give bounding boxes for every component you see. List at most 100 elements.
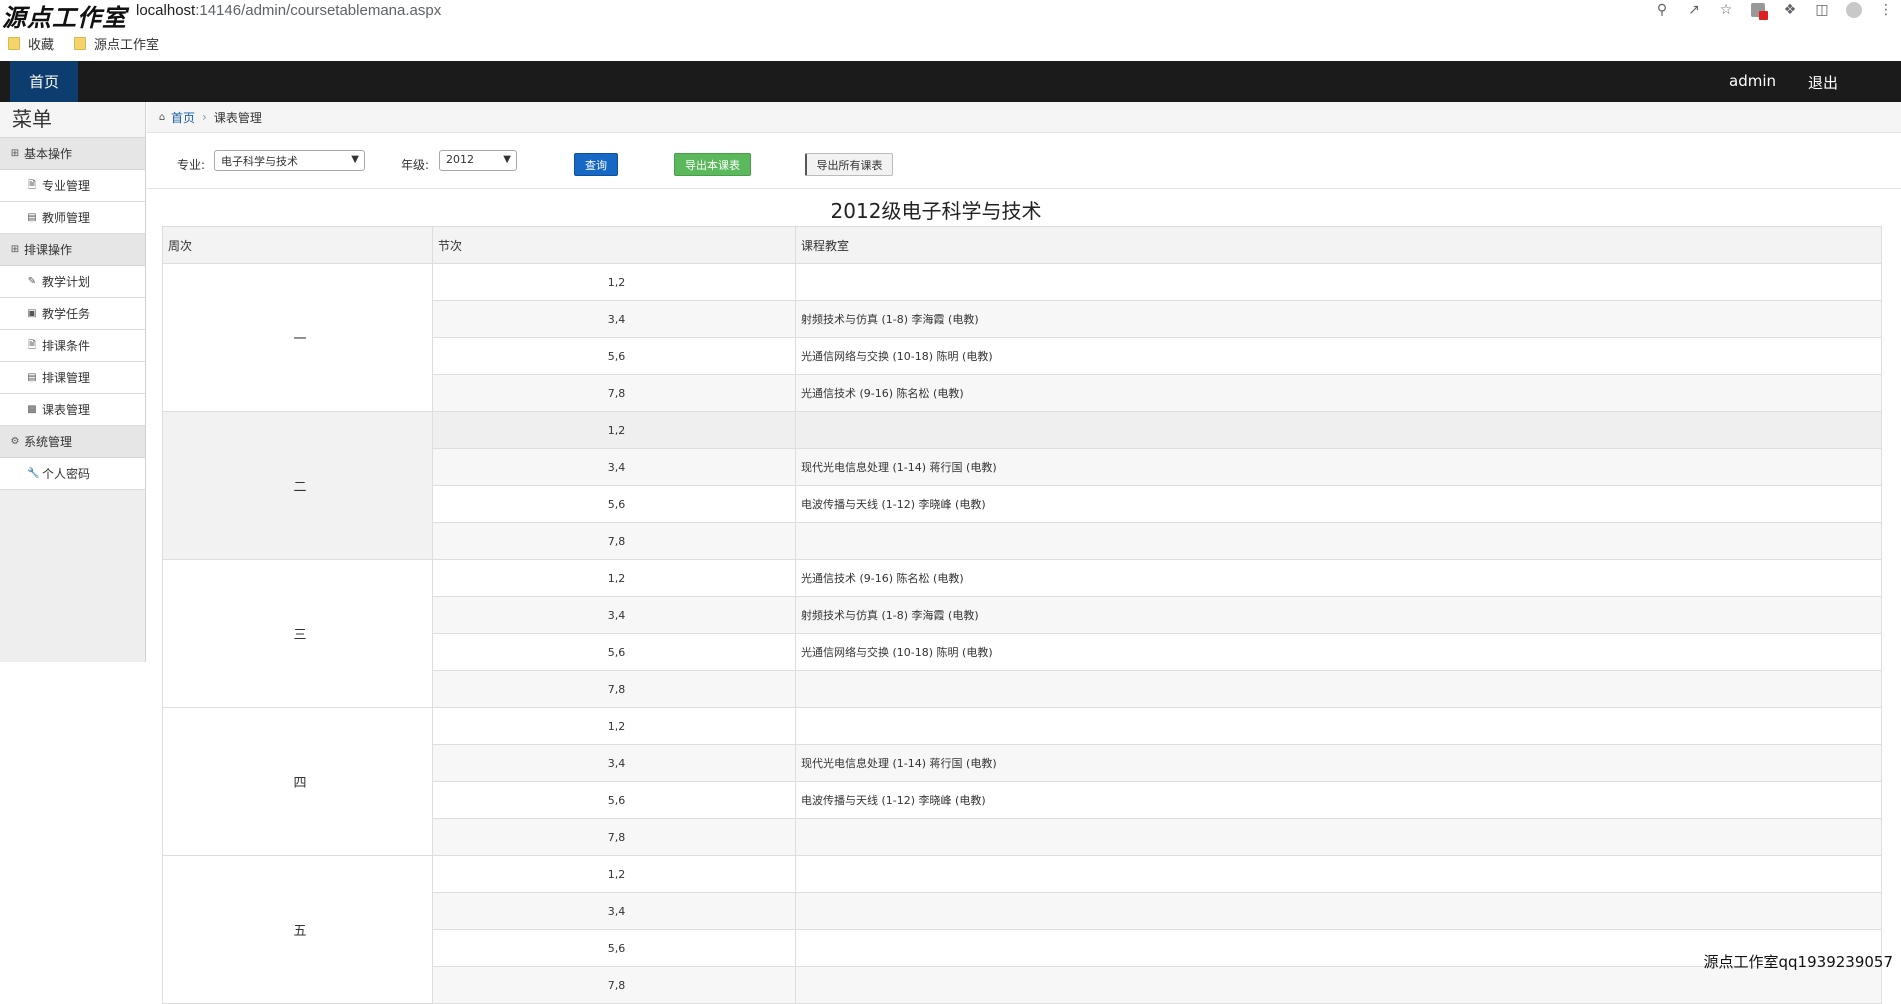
week-cell: 五 [162,855,433,1004]
share-icon[interactable]: ↗ [1685,1,1703,19]
sidebar: 菜单 ⊞ 基本操作 🗎 专业管理 ▤ 教师管理 ⊞ 排课操作 ✎ 教学计划 ▣ … [0,102,146,662]
sidebar-item-password[interactable]: 🔧 个人密码 [0,458,145,490]
week-cell: 二 [162,411,433,560]
course-cell [795,855,1882,893]
extension-badge-icon[interactable] [1749,1,1768,20]
course-cell: 现代光电信息处理 (1-14) 蒋行国 (电教) [795,448,1882,486]
period-cell: 3,4 [432,300,796,338]
course-cell [795,411,1882,449]
chevron-down-icon: ▼ [503,154,511,165]
table-row: 三 1,2 光通信技术 (9-16) 陈名松 (电教) [162,559,1882,708]
picture-icon: ▣ [27,308,37,319]
address-bar[interactable]: localhost:14146/admin/coursetablemana.as… [136,2,441,19]
table-row: 一 1,2 [162,263,1882,412]
period-cell: 3,4 [432,744,796,782]
puzzle-icon[interactable]: ❖ [1781,1,1799,19]
url-host: localhost [136,2,196,19]
sidebar-item-conditions[interactable]: 🗎 排课条件 [0,330,145,362]
item-label: 教学计划 [42,275,91,289]
group-label: 排课操作 [24,243,73,257]
item-label: 课表管理 [42,403,91,417]
sidebar-item-timetable[interactable]: ▩ 课表管理 [0,394,145,426]
grade-select[interactable]: 2012 ▼ [439,150,517,171]
home-icon: ⌂ [158,111,166,123]
sidebar-item-teacher[interactable]: ▤ 教师管理 [0,202,145,234]
period-cell: 7,8 [432,818,796,856]
period-cell: 1,2 [432,411,796,449]
breadcrumb-home[interactable]: 首页 [171,109,195,126]
period-cell: 7,8 [432,966,796,1004]
header-period: 节次 [432,226,796,264]
course-cell: 光通信技术 (9-16) 陈名松 (电教) [795,559,1882,597]
group-label: 系统管理 [24,435,73,449]
period-cell: 1,2 [432,263,796,301]
sidebar-group-scheduling[interactable]: ⊞ 排课操作 [0,234,145,266]
table-header-row: 周次 节次 课程教室 [162,226,1882,264]
nav-home-link[interactable]: 首页 [10,61,78,102]
week-cell: 一 [162,263,433,412]
export-current-button[interactable]: 导出本课表 [674,153,751,176]
breadcrumb-separator: › [202,110,207,124]
plus-square-icon: ⊞ [10,244,20,255]
course-cell: 射频技术与仿真 (1-8) 李海霞 (电教) [795,300,1882,338]
major-label: 专业: [177,158,206,172]
list-icon: ▤ [27,372,37,383]
table-row: 四 1,2 [162,707,1882,856]
period-cell: 5,6 [432,337,796,375]
item-label: 个人密码 [42,467,91,481]
course-cell [795,818,1882,856]
course-cell: 射频技术与仿真 (1-8) 李海霞 (电教) [795,596,1882,634]
period-cell: 5,6 [432,485,796,523]
sidebar-group-basic[interactable]: ⊞ 基本操作 [0,138,145,170]
sidebar-item-teaching-plan[interactable]: ✎ 教学计划 [0,266,145,298]
nav-username[interactable]: admin [1729,72,1776,90]
list-icon: ▤ [27,212,37,223]
period-cell: 7,8 [432,670,796,708]
folder-icon [74,37,87,50]
table-icon: ▩ [27,404,37,415]
sidebar-item-schedule-manage[interactable]: ▤ 排课管理 [0,362,145,394]
item-label: 排课管理 [42,371,91,385]
breadcrumb-current: 课表管理 [213,110,262,125]
filter-bar: 专业: 电子科学与技术 ▼ 年级: 2012 ▼ 查询 导出本课表 导出所有课表 [147,133,1901,189]
major-select-value: 电子科学与技术 [221,155,298,168]
bookmark-studio[interactable]: 源点工作室 [74,34,159,53]
sidepanel-icon[interactable]: ◫ [1813,1,1831,19]
sidebar-group-system[interactable]: ⚙ 系统管理 [0,426,145,458]
course-cell: 电波传播与天线 (1-12) 李晓峰 (电教) [795,781,1882,819]
period-cell: 1,2 [432,707,796,745]
query-button[interactable]: 查询 [574,153,618,176]
more-menu-icon[interactable]: ⋮ [1877,1,1895,19]
wrench-icon: 🔧 [27,468,40,479]
course-cell [795,707,1882,745]
course-cell [795,966,1882,1004]
bookmark-favorites[interactable]: 收藏 [8,34,54,53]
course-cell: 光通信网络与交换 (10-18) 陈明 (电教) [795,337,1882,375]
period-cell: 7,8 [432,522,796,560]
grade-select-value: 2012 [446,153,474,166]
table-title: 2012级电子科学与技术 [830,199,1042,223]
course-cell: 光通信技术 (9-16) 陈名松 (电教) [795,374,1882,412]
period-cell: 5,6 [432,929,796,967]
nav-logout-link[interactable]: 退出 [1808,72,1838,93]
plus-square-icon: ⊞ [10,148,20,159]
sidebar-item-teaching-task[interactable]: ▣ 教学任务 [0,298,145,330]
profile-icon[interactable] [1845,1,1863,19]
main-content: ⌂ 首页 › 课表管理 专业: 电子科学与技术 ▼ 年级: 2012 ▼ 查询 … [147,102,1901,1004]
period-cell: 7,8 [432,374,796,412]
export-all-button[interactable]: 导出所有课表 [805,153,893,176]
star-icon[interactable]: ☆ [1717,1,1735,19]
sidebar-item-major[interactable]: 🗎 专业管理 [0,170,145,202]
week-cell: 四 [162,707,433,856]
group-label: 基本操作 [24,147,73,161]
item-label: 排课条件 [42,339,91,353]
zoom-icon[interactable]: ⚲ [1653,1,1671,19]
item-label: 专业管理 [42,179,91,193]
menu-title: 菜单 [0,102,145,138]
course-cell [795,670,1882,708]
gear-icon: ⚙ [10,436,20,447]
header-week: 周次 [162,226,433,264]
major-select[interactable]: 电子科学与技术 ▼ [214,150,365,171]
watermark-logo: 源点工作室 [2,3,127,32]
period-cell: 1,2 [432,855,796,893]
